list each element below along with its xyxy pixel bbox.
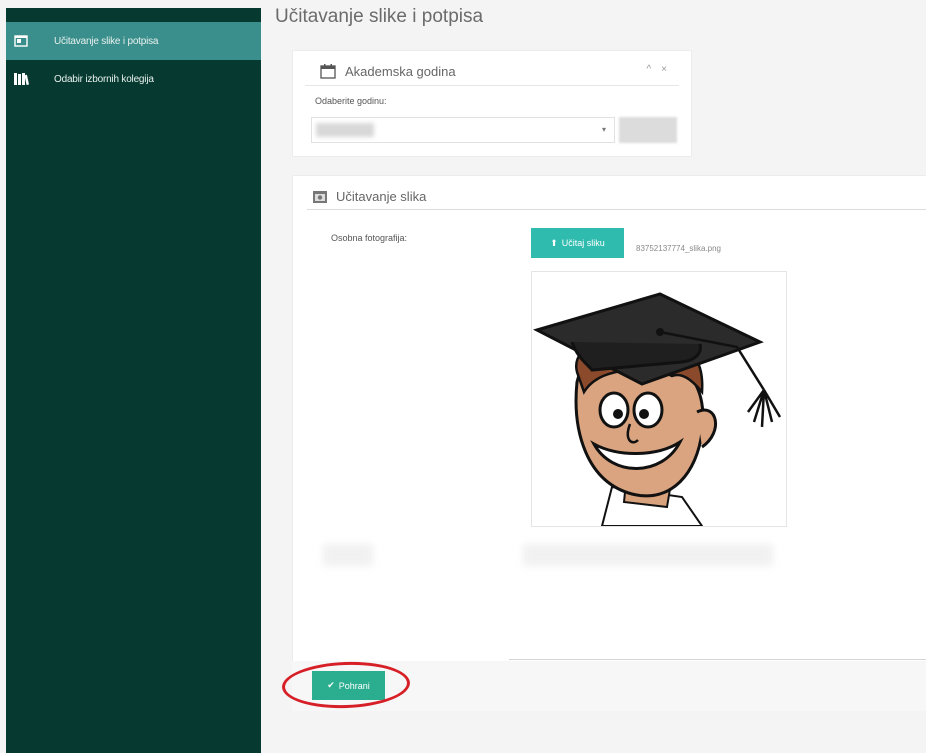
sidebar-item-label: Učitavanje slike i potpisa — [54, 35, 159, 47]
year-select[interactable]: ▾ — [311, 117, 615, 143]
year-confirm-button[interactable] — [619, 117, 677, 143]
close-icon[interactable]: × — [661, 64, 667, 75]
signature-placeholder — [523, 544, 773, 566]
panel-title: Akademska godina — [345, 63, 456, 79]
sidebar-item-odabir[interactable]: Odabir izbornih kolegija — [6, 60, 261, 98]
images-panel: Učitavanje slika Osobna fotografija: ⬆ U… — [292, 175, 926, 662]
panel-title: Učitavanje slika — [336, 189, 427, 204]
books-icon — [10, 72, 32, 86]
id-card-icon — [10, 35, 32, 47]
panel-header: Akademska godina ^ × — [305, 57, 679, 86]
collapse-icon[interactable]: ^ — [646, 64, 651, 75]
upload-icon: ⬆ — [550, 237, 558, 248]
academic-year-panel: Akademska godina ^ × Odaberite godinu: ▾ — [292, 50, 692, 157]
divider — [509, 659, 926, 660]
year-select-value — [316, 123, 374, 137]
upload-button-label: Učitaj sliku — [561, 238, 605, 248]
page-title: Učitavanje slike i potpisa — [275, 6, 484, 27]
upload-image-button[interactable]: ⬆ Učitaj sliku — [531, 228, 624, 258]
graduate-cartoon-image — [532, 292, 782, 526]
photo-preview — [531, 271, 787, 527]
image-icon — [313, 190, 327, 203]
chevron-down-icon: ▾ — [601, 125, 606, 134]
calendar-icon — [320, 64, 336, 79]
year-select-label: Odaberite godinu: — [315, 96, 387, 106]
panel-header: Učitavanje slika — [307, 184, 926, 210]
sidebar: Učitavanje slike i potpisa Odabir izborn… — [6, 8, 261, 753]
sidebar-item-label: Odabir izbornih kolegija — [54, 73, 154, 85]
signature-label-placeholder — [323, 544, 373, 566]
uploaded-filename: 83752137774_slika.png — [636, 244, 721, 253]
sidebar-item-ucitavanje[interactable]: Učitavanje slike i potpisa — [6, 22, 261, 60]
photo-label: Osobna fotografija: — [331, 233, 408, 243]
